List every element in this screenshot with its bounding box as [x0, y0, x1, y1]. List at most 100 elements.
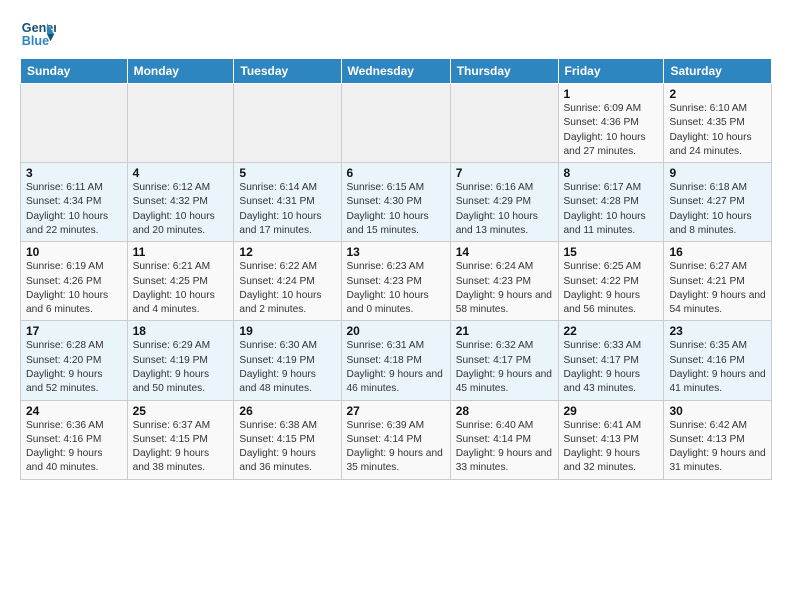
- header: General Blue: [20, 16, 772, 52]
- day-number: 6: [347, 166, 445, 180]
- day-header-tuesday: Tuesday: [234, 59, 341, 84]
- day-info: Sunrise: 6:23 AM Sunset: 4:23 PM Dayligh…: [347, 260, 445, 317]
- day-number: 1: [564, 87, 659, 101]
- calendar-cell: 28Sunrise: 6:40 AM Sunset: 4:14 PM Dayli…: [450, 400, 558, 479]
- calendar-cell: 7Sunrise: 6:16 AM Sunset: 4:29 PM Daylig…: [450, 163, 558, 242]
- day-number: 9: [669, 166, 766, 180]
- day-info: Sunrise: 6:19 AM Sunset: 4:26 PM Dayligh…: [26, 260, 122, 317]
- day-info: Sunrise: 6:16 AM Sunset: 4:29 PM Dayligh…: [456, 181, 553, 238]
- day-info: Sunrise: 6:30 AM Sunset: 4:19 PM Dayligh…: [239, 339, 335, 396]
- day-header-sunday: Sunday: [21, 59, 128, 84]
- day-number: 7: [456, 166, 553, 180]
- day-info: Sunrise: 6:24 AM Sunset: 4:23 PM Dayligh…: [456, 260, 553, 317]
- calendar-cell: 23Sunrise: 6:35 AM Sunset: 4:16 PM Dayli…: [664, 321, 772, 400]
- day-number: 30: [669, 404, 766, 418]
- day-number: 12: [239, 245, 335, 259]
- day-info: Sunrise: 6:32 AM Sunset: 4:17 PM Dayligh…: [456, 339, 553, 396]
- calendar-cell: 17Sunrise: 6:28 AM Sunset: 4:20 PM Dayli…: [21, 321, 128, 400]
- calendar-week-3: 10Sunrise: 6:19 AM Sunset: 4:26 PM Dayli…: [21, 242, 772, 321]
- day-info: Sunrise: 6:22 AM Sunset: 4:24 PM Dayligh…: [239, 260, 335, 317]
- day-number: 20: [347, 324, 445, 338]
- day-number: 26: [239, 404, 335, 418]
- day-header-wednesday: Wednesday: [341, 59, 450, 84]
- calendar-cell: 5Sunrise: 6:14 AM Sunset: 4:31 PM Daylig…: [234, 163, 341, 242]
- day-number: 5: [239, 166, 335, 180]
- calendar-cell: 26Sunrise: 6:38 AM Sunset: 4:15 PM Dayli…: [234, 400, 341, 479]
- day-number: 15: [564, 245, 659, 259]
- calendar-week-4: 17Sunrise: 6:28 AM Sunset: 4:20 PM Dayli…: [21, 321, 772, 400]
- day-info: Sunrise: 6:15 AM Sunset: 4:30 PM Dayligh…: [347, 181, 445, 238]
- calendar-cell: 25Sunrise: 6:37 AM Sunset: 4:15 PM Dayli…: [127, 400, 234, 479]
- calendar: SundayMondayTuesdayWednesdayThursdayFrid…: [20, 58, 772, 480]
- day-info: Sunrise: 6:31 AM Sunset: 4:18 PM Dayligh…: [347, 339, 445, 396]
- page: General Blue SundayMondayTuesdayWednesda…: [0, 0, 792, 490]
- calendar-cell: 22Sunrise: 6:33 AM Sunset: 4:17 PM Dayli…: [558, 321, 664, 400]
- day-number: 29: [564, 404, 659, 418]
- calendar-cell: 29Sunrise: 6:41 AM Sunset: 4:13 PM Dayli…: [558, 400, 664, 479]
- day-number: 14: [456, 245, 553, 259]
- day-header-thursday: Thursday: [450, 59, 558, 84]
- calendar-cell: 9Sunrise: 6:18 AM Sunset: 4:27 PM Daylig…: [664, 163, 772, 242]
- calendar-header-row: SundayMondayTuesdayWednesdayThursdayFrid…: [21, 59, 772, 84]
- day-info: Sunrise: 6:33 AM Sunset: 4:17 PM Dayligh…: [564, 339, 659, 396]
- day-number: 8: [564, 166, 659, 180]
- day-number: 21: [456, 324, 553, 338]
- day-info: Sunrise: 6:40 AM Sunset: 4:14 PM Dayligh…: [456, 419, 553, 476]
- day-info: Sunrise: 6:14 AM Sunset: 4:31 PM Dayligh…: [239, 181, 335, 238]
- day-info: Sunrise: 6:37 AM Sunset: 4:15 PM Dayligh…: [133, 419, 229, 476]
- calendar-cell: 30Sunrise: 6:42 AM Sunset: 4:13 PM Dayli…: [664, 400, 772, 479]
- calendar-cell: 8Sunrise: 6:17 AM Sunset: 4:28 PM Daylig…: [558, 163, 664, 242]
- calendar-week-2: 3Sunrise: 6:11 AM Sunset: 4:34 PM Daylig…: [21, 163, 772, 242]
- day-info: Sunrise: 6:21 AM Sunset: 4:25 PM Dayligh…: [133, 260, 229, 317]
- day-number: 18: [133, 324, 229, 338]
- day-number: 23: [669, 324, 766, 338]
- day-info: Sunrise: 6:36 AM Sunset: 4:16 PM Dayligh…: [26, 419, 122, 476]
- day-number: 2: [669, 87, 766, 101]
- day-info: Sunrise: 6:18 AM Sunset: 4:27 PM Dayligh…: [669, 181, 766, 238]
- calendar-cell: 11Sunrise: 6:21 AM Sunset: 4:25 PM Dayli…: [127, 242, 234, 321]
- logo-icon: General Blue: [20, 16, 56, 52]
- day-info: Sunrise: 6:17 AM Sunset: 4:28 PM Dayligh…: [564, 181, 659, 238]
- day-number: 28: [456, 404, 553, 418]
- calendar-cell: 14Sunrise: 6:24 AM Sunset: 4:23 PM Dayli…: [450, 242, 558, 321]
- calendar-cell: 24Sunrise: 6:36 AM Sunset: 4:16 PM Dayli…: [21, 400, 128, 479]
- calendar-cell: [234, 84, 341, 163]
- day-info: Sunrise: 6:35 AM Sunset: 4:16 PM Dayligh…: [669, 339, 766, 396]
- day-number: 4: [133, 166, 229, 180]
- day-number: 10: [26, 245, 122, 259]
- calendar-cell: [21, 84, 128, 163]
- svg-text:Blue: Blue: [22, 34, 49, 48]
- calendar-cell: 2Sunrise: 6:10 AM Sunset: 4:35 PM Daylig…: [664, 84, 772, 163]
- day-number: 11: [133, 245, 229, 259]
- day-info: Sunrise: 6:28 AM Sunset: 4:20 PM Dayligh…: [26, 339, 122, 396]
- calendar-cell: 1Sunrise: 6:09 AM Sunset: 4:36 PM Daylig…: [558, 84, 664, 163]
- calendar-cell: 10Sunrise: 6:19 AM Sunset: 4:26 PM Dayli…: [21, 242, 128, 321]
- day-number: 25: [133, 404, 229, 418]
- day-info: Sunrise: 6:10 AM Sunset: 4:35 PM Dayligh…: [669, 102, 766, 159]
- calendar-cell: 6Sunrise: 6:15 AM Sunset: 4:30 PM Daylig…: [341, 163, 450, 242]
- day-number: 19: [239, 324, 335, 338]
- day-number: 22: [564, 324, 659, 338]
- day-header-friday: Friday: [558, 59, 664, 84]
- calendar-cell: 13Sunrise: 6:23 AM Sunset: 4:23 PM Dayli…: [341, 242, 450, 321]
- calendar-cell: 19Sunrise: 6:30 AM Sunset: 4:19 PM Dayli…: [234, 321, 341, 400]
- logo: General Blue: [20, 16, 56, 52]
- calendar-cell: [127, 84, 234, 163]
- day-number: 24: [26, 404, 122, 418]
- day-number: 16: [669, 245, 766, 259]
- day-header-saturday: Saturday: [664, 59, 772, 84]
- calendar-cell: 4Sunrise: 6:12 AM Sunset: 4:32 PM Daylig…: [127, 163, 234, 242]
- day-number: 13: [347, 245, 445, 259]
- calendar-cell: [450, 84, 558, 163]
- calendar-cell: 15Sunrise: 6:25 AM Sunset: 4:22 PM Dayli…: [558, 242, 664, 321]
- day-info: Sunrise: 6:39 AM Sunset: 4:14 PM Dayligh…: [347, 419, 445, 476]
- day-info: Sunrise: 6:09 AM Sunset: 4:36 PM Dayligh…: [564, 102, 659, 159]
- day-info: Sunrise: 6:11 AM Sunset: 4:34 PM Dayligh…: [26, 181, 122, 238]
- day-number: 27: [347, 404, 445, 418]
- day-info: Sunrise: 6:29 AM Sunset: 4:19 PM Dayligh…: [133, 339, 229, 396]
- calendar-cell: 20Sunrise: 6:31 AM Sunset: 4:18 PM Dayli…: [341, 321, 450, 400]
- calendar-cell: [341, 84, 450, 163]
- day-number: 17: [26, 324, 122, 338]
- calendar-cell: 27Sunrise: 6:39 AM Sunset: 4:14 PM Dayli…: [341, 400, 450, 479]
- day-info: Sunrise: 6:38 AM Sunset: 4:15 PM Dayligh…: [239, 419, 335, 476]
